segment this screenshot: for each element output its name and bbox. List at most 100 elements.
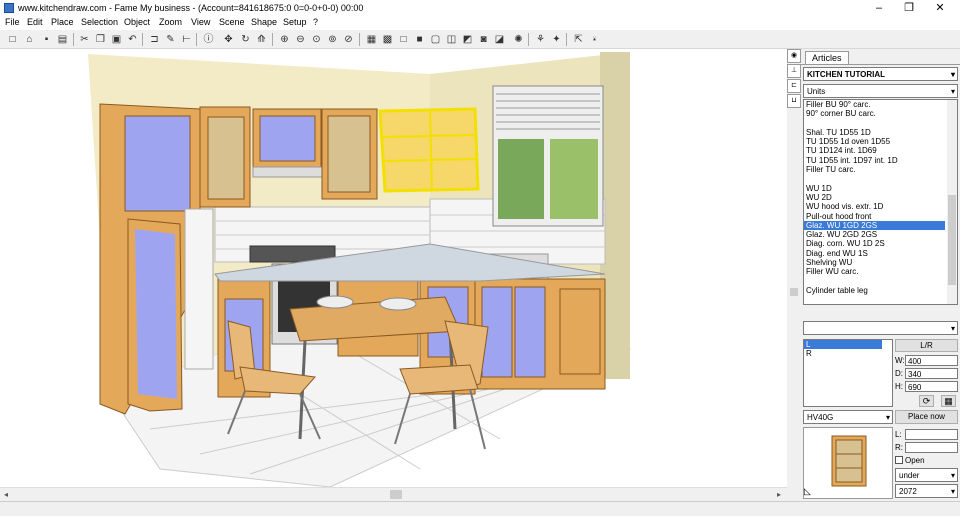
handing-list-item[interactable]: L bbox=[804, 340, 882, 349]
align-icon[interactable]: ⟰ bbox=[255, 33, 268, 46]
camera-icon[interactable]: ◙ bbox=[477, 33, 490, 46]
menu-scene[interactable]: Scene bbox=[219, 17, 245, 27]
copy-icon[interactable]: ❐ bbox=[94, 33, 107, 46]
menu-edit[interactable]: Edit bbox=[27, 17, 43, 27]
article-list-item[interactable]: WU hood vis. extr. 1D bbox=[804, 202, 957, 211]
wireframe-icon[interactable]: □ bbox=[397, 33, 410, 46]
article-list-item[interactable] bbox=[804, 277, 957, 286]
scroll-right-icon[interactable]: ▸ bbox=[777, 490, 781, 499]
calculator-icon[interactable]: ▦ bbox=[941, 395, 956, 407]
place-tab-icon[interactable]: ⊥ bbox=[787, 64, 801, 78]
height-input[interactable]: 690 bbox=[905, 381, 958, 392]
menu-view[interactable]: View bbox=[191, 17, 210, 27]
article-list-item[interactable]: Shal. TU 1D55 1D bbox=[804, 128, 957, 137]
render-icon[interactable]: ◪ bbox=[493, 33, 506, 46]
tab-articles[interactable]: Articles bbox=[805, 51, 849, 65]
zoom-in-icon[interactable]: ⊕ bbox=[278, 33, 291, 46]
pick-icon[interactable]: ✎ bbox=[164, 33, 177, 46]
article-list-item[interactable]: Filler BU 90° carc. bbox=[804, 100, 957, 109]
hidden-line-icon[interactable]: ■ bbox=[413, 33, 426, 46]
handing-list[interactable]: LR bbox=[803, 339, 893, 407]
width-input[interactable]: 400 bbox=[905, 355, 958, 366]
article-list-item[interactable]: 90° corner BU carc. bbox=[804, 109, 957, 118]
save-icon[interactable]: ▪ bbox=[40, 33, 53, 46]
articles-tab-icon[interactable]: ◉ bbox=[787, 49, 801, 63]
maximize-button[interactable]: ❐ bbox=[894, 0, 924, 16]
refresh-icon[interactable]: ⟳ bbox=[919, 395, 934, 407]
place-now-button[interactable]: Place now bbox=[895, 410, 958, 424]
article-list-item[interactable]: Glaz. WU 2GD 2GS bbox=[804, 230, 957, 239]
menu-object[interactable]: Object bbox=[124, 17, 150, 27]
menu-help[interactable]: ? bbox=[313, 17, 318, 27]
place-icon[interactable]: ⊐ bbox=[148, 33, 161, 46]
article-list-item[interactable]: TU 1D55 int. 1D97 int. 1D bbox=[804, 156, 957, 165]
print-icon[interactable]: ▤ bbox=[56, 33, 69, 46]
article-list-item[interactable]: Diag. end WU 1S bbox=[804, 249, 957, 258]
plan-view-icon[interactable]: ▦ bbox=[365, 33, 378, 46]
resize-grip-icon[interactable]: ◺ bbox=[804, 486, 811, 497]
zoom-out-icon[interactable]: ⊖ bbox=[294, 33, 307, 46]
box-view-icon[interactable]: ▢ bbox=[429, 33, 442, 46]
category-select[interactable]: Units ▾ bbox=[803, 84, 958, 98]
menu-zoom[interactable]: Zoom bbox=[159, 17, 182, 27]
menu-selection[interactable]: Selection bbox=[81, 17, 118, 27]
zoom-window-icon[interactable]: ⊙ bbox=[310, 33, 323, 46]
article-list-item[interactable]: Glaz. WU 1GD 2GS bbox=[804, 220, 945, 231]
catalog-select[interactable]: KITCHEN TUTORIAL ▾ bbox=[803, 67, 958, 81]
article-list-item[interactable] bbox=[804, 119, 957, 128]
paste-icon[interactable]: ▣ bbox=[110, 33, 123, 46]
position-select[interactable]: under ▾ bbox=[895, 468, 958, 482]
article-list-item[interactable]: WU 2D bbox=[804, 193, 957, 202]
finish-select[interactable]: HV40G ▾ bbox=[803, 410, 893, 424]
variant-select[interactable]: ▾ bbox=[803, 321, 958, 335]
rotate-icon[interactable]: ↻ bbox=[239, 33, 252, 46]
menu-shape[interactable]: Shape bbox=[251, 17, 277, 27]
handing-list-item[interactable]: R bbox=[804, 349, 892, 358]
r-input[interactable] bbox=[905, 442, 958, 453]
light-icon[interactable]: ✺ bbox=[512, 33, 525, 46]
article-list-item[interactable]: Filler WU carc. bbox=[804, 267, 957, 276]
align-tab-icon[interactable]: ⊏ bbox=[787, 79, 801, 93]
articles-list-scroll-thumb[interactable] bbox=[948, 195, 956, 285]
perspective-icon[interactable]: ◩ bbox=[461, 33, 474, 46]
articles-list[interactable]: Filler BU 90° carc. 90° corner BU carc. Sh… bbox=[803, 99, 958, 305]
export-icon[interactable]: ⇱ bbox=[572, 33, 585, 46]
view-tab-icon[interactable]: ⊔ bbox=[787, 94, 801, 108]
menu-setup[interactable]: Setup bbox=[283, 17, 307, 27]
menu-place[interactable]: Place bbox=[51, 17, 74, 27]
scene-viewport[interactable] bbox=[0, 49, 787, 487]
undo-icon[interactable]: ↶ bbox=[126, 33, 139, 46]
elevation-view-icon[interactable]: ▩ bbox=[381, 33, 394, 46]
menu-file[interactable]: File bbox=[5, 17, 20, 27]
zoom-all-icon[interactable]: ⊚ bbox=[326, 33, 339, 46]
l-input[interactable] bbox=[905, 429, 958, 440]
cut-icon[interactable]: ✂ bbox=[78, 33, 91, 46]
new-icon[interactable]: □ bbox=[6, 33, 19, 46]
zoom-previous-icon[interactable]: ⊘ bbox=[342, 33, 355, 46]
light-setup-icon[interactable]: ✦ bbox=[550, 33, 563, 46]
article-list-item[interactable] bbox=[804, 174, 957, 183]
article-list-item[interactable]: Pull-out hood front bbox=[804, 212, 957, 221]
move-icon[interactable]: ✥ bbox=[222, 33, 235, 46]
article-list-item[interactable]: TU 1D124 int. 1D69 bbox=[804, 146, 957, 155]
scroll-left-icon[interactable]: ◂ bbox=[4, 490, 8, 499]
articles-list-scrollbar[interactable] bbox=[947, 100, 957, 304]
vertical-scroll-thumb[interactable] bbox=[790, 288, 798, 296]
horizontal-scroll-thumb[interactable] bbox=[390, 490, 402, 499]
walkthrough-icon[interactable]: ⚘ bbox=[534, 33, 547, 46]
horizontal-scrollbar[interactable]: ◂ ▸ bbox=[0, 487, 787, 502]
handing-button[interactable]: L/R bbox=[895, 339, 958, 352]
info-icon[interactable]: ⓘ bbox=[202, 33, 215, 46]
height-position-select[interactable]: 2072 ▾ bbox=[895, 484, 958, 498]
article-list-item[interactable]: TU 1D55 1d oven 1D55 bbox=[804, 137, 957, 146]
depth-input[interactable]: 340 bbox=[905, 368, 958, 379]
minimize-button[interactable]: – bbox=[864, 0, 894, 16]
article-list-item[interactable]: Shelving WU bbox=[804, 258, 957, 267]
web-icon[interactable]: ⍣ bbox=[588, 33, 601, 46]
dimension-icon[interactable]: ⊢ bbox=[180, 33, 193, 46]
cube-icon[interactable]: ◫ bbox=[445, 33, 458, 46]
article-list-item[interactable]: Diag. corn. WU 1D 2S bbox=[804, 239, 957, 248]
article-list-item[interactable]: Cylinder table leg bbox=[804, 286, 957, 295]
close-button[interactable]: ✕ bbox=[925, 0, 955, 16]
open-checkbox[interactable] bbox=[895, 456, 903, 464]
